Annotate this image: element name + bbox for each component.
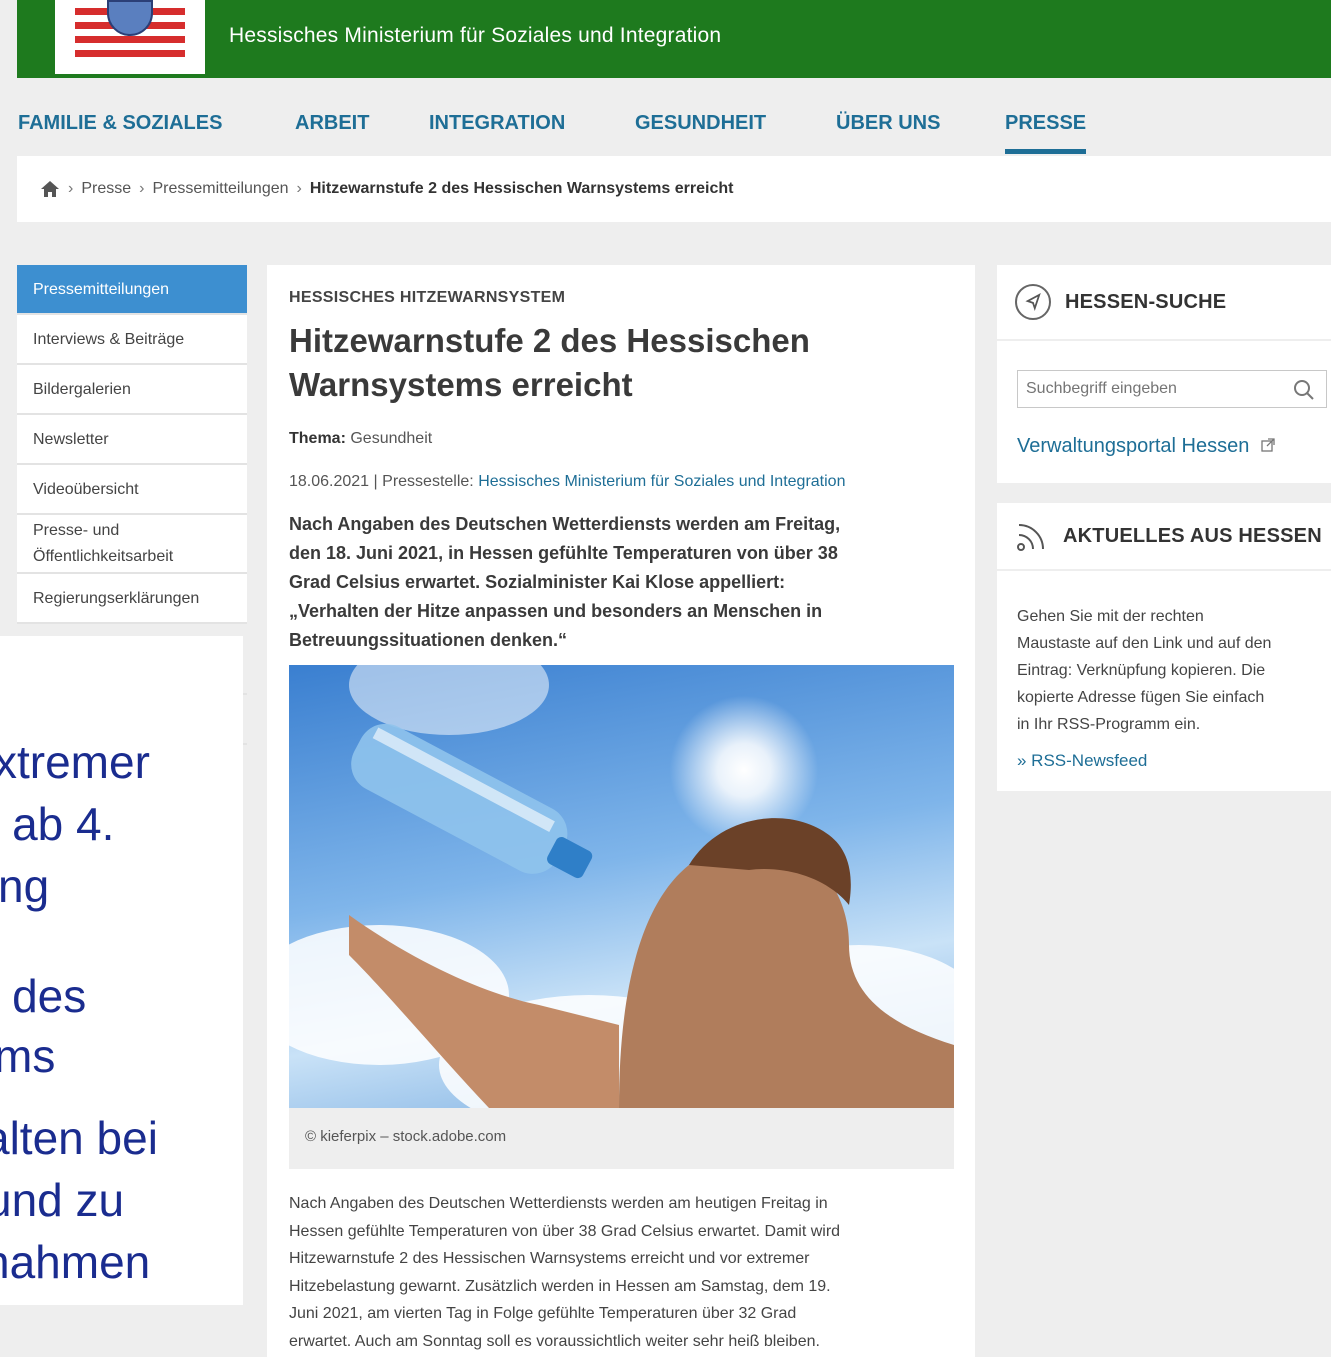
body-line: Juni 2021, am vierten Tag in Folge gefüh… bbox=[289, 1305, 797, 1322]
search-input[interactable] bbox=[1017, 370, 1327, 408]
overlay-text-line: nahmen bbox=[0, 1236, 151, 1288]
aktuelles-title: AKTUELLES AUS HESSEN bbox=[1063, 524, 1322, 547]
logo-stripe bbox=[75, 36, 185, 43]
headline-line: Hitzewarnstufe 2 des Hessischen bbox=[289, 322, 810, 359]
sidebar-item-bildergalerien[interactable]: Bildergalerien bbox=[17, 365, 247, 415]
logo-stripe bbox=[75, 50, 185, 57]
sidebar-item-videouebersicht[interactable]: Videoübersicht bbox=[17, 465, 247, 515]
thema-value: Gesundheit bbox=[350, 430, 433, 447]
nav-integration[interactable]: INTEGRATION bbox=[429, 112, 565, 135]
hessen-suche-header: HESSEN-SUCHE bbox=[997, 265, 1331, 341]
overlay-text-line: r ab 4. bbox=[0, 798, 115, 850]
rss-text-line: Gehen Sie mit der rechten bbox=[1017, 608, 1204, 625]
lead-line: Nach Angaben des Deutschen Wetterdiensts… bbox=[289, 514, 841, 534]
rss-text-line: kopierte Adresse fügen Sie einfach bbox=[1017, 689, 1265, 706]
lead-line: Betreuungssituationen denken.“ bbox=[289, 630, 568, 650]
overlay-slide-panel: xtremer r ab 4. ng r des ms alten bei un… bbox=[0, 636, 243, 1305]
body-line: Hessen gefühlte Temperaturen von über 38… bbox=[289, 1222, 841, 1240]
rss-feed-icon bbox=[1017, 524, 1044, 551]
headline-line: Warnsystems erreicht bbox=[289, 366, 633, 403]
portal-link-label: Verwaltungsportal Hessen bbox=[1017, 435, 1250, 457]
body-line: Hitzebelastung gewarnt. Zusätzlich werde… bbox=[289, 1277, 831, 1295]
overlay-text-line: alten bei bbox=[0, 1112, 158, 1164]
verwaltungsportal-link[interactable]: Verwaltungsportal Hessen bbox=[1017, 435, 1275, 458]
lead-line: den 18. Juni 2021, in Hessen gefühlte Te… bbox=[289, 543, 838, 563]
nav-arbeit[interactable]: ARBEIT bbox=[295, 112, 369, 135]
article-headline: Hitzewarnstufe 2 des Hessischen Warnsyst… bbox=[289, 319, 949, 407]
home-icon[interactable] bbox=[40, 180, 60, 198]
breadcrumb-current: Hitzewarnstufe 2 des Hessischen Warnsyst… bbox=[309, 180, 734, 197]
overlay-text-line: r des bbox=[0, 970, 87, 1022]
article-date: 18.06.2021 bbox=[289, 473, 370, 490]
sidebar-item-presse-oeffentlichkeitsarbeit[interactable]: Presse- und Öffentlichkeitsarbeit bbox=[17, 515, 247, 574]
overlay-text-line: xtremer bbox=[0, 736, 150, 788]
article-thema: Thema: Gesundheit bbox=[289, 430, 432, 448]
sidebar-item-pressemitteilungen[interactable]: Pressemitteilungen bbox=[17, 265, 247, 315]
breadcrumb-separator: › bbox=[139, 180, 145, 197]
hessen-logo[interactable] bbox=[55, 0, 205, 74]
breadcrumb-presse[interactable]: Presse bbox=[81, 180, 131, 198]
overlay-text-line: ng bbox=[0, 860, 50, 912]
rss-text-line: in Ihr RSS-Programm ein. bbox=[1017, 716, 1201, 733]
hessen-suche-box: HESSEN-SUCHE Verwaltungsportal Hessen bbox=[997, 265, 1331, 483]
article-body: Nach Angaben des Deutschen Wetterdiensts… bbox=[289, 1190, 954, 1355]
rss-instructions: Gehen Sie mit der rechten Maustaste auf … bbox=[1017, 603, 1327, 738]
article: HESSISCHES HITZEWARNSYSTEM Hitzewarnstuf… bbox=[267, 265, 975, 1357]
breadcrumb-separator: › bbox=[68, 180, 74, 197]
sidebar-item-newsletter[interactable]: Newsletter bbox=[17, 415, 247, 465]
lead-line: „Verhalten der Hitze anpassen und besond… bbox=[289, 601, 823, 621]
sidebar-item-label: Öffentlichkeitsarbeit bbox=[33, 548, 174, 565]
body-line: Hitzewarnstufe 2 des Hessischen Warnsyst… bbox=[289, 1250, 810, 1267]
article-lead: Nach Angaben des Deutschen Wetterdiensts… bbox=[289, 510, 954, 655]
image-caption: © kieferpix – stock.adobe.com bbox=[289, 1108, 954, 1169]
woman-drinking-illustration bbox=[349, 723, 954, 1108]
sidebar: Pressemitteilungen Interviews & Beiträge… bbox=[17, 265, 247, 624]
rss-text-line: Eintrag: Verknüpfung kopieren. Die bbox=[1017, 662, 1266, 679]
overlay-text-line: und zu bbox=[0, 1174, 125, 1226]
divider bbox=[243, 693, 247, 695]
pressestelle-label: Pressestelle: bbox=[382, 473, 474, 490]
nav-gesundheit[interactable]: GESUNDHEIT bbox=[635, 112, 766, 135]
body-line: Nach Angaben des Deutschen Wetterdiensts… bbox=[289, 1195, 828, 1212]
navigation-arrow-icon bbox=[1015, 284, 1051, 320]
divider bbox=[243, 743, 247, 745]
rss-newsfeed-link[interactable]: » RSS-Newsfeed bbox=[1017, 751, 1147, 771]
nav-ueber-uns[interactable]: ÜBER UNS bbox=[836, 112, 940, 135]
rss-text-line: Maustaste auf den Link und auf den bbox=[1017, 635, 1272, 652]
article-kicker: HESSISCHES HITZEWARNSYSTEM bbox=[289, 289, 566, 306]
body-line: erwartet. Auch am Sonntag soll es voraus… bbox=[289, 1332, 820, 1350]
sidebar-item-label: Presse- und bbox=[33, 522, 120, 539]
breadcrumb: › Presse › Pressemitteilungen › Hitzewar… bbox=[40, 180, 733, 198]
breadcrumb-separator: › bbox=[296, 180, 302, 197]
aktuelles-box: AKTUELLES AUS HESSEN Gehen Sie mit der r… bbox=[997, 503, 1331, 791]
nav-familie-soziales[interactable]: FAMILIE & SOZIALES bbox=[18, 112, 222, 135]
hessen-suche-title: HESSEN-SUCHE bbox=[1065, 290, 1227, 313]
sidebar-item-interviews[interactable]: Interviews & Beiträge bbox=[17, 315, 247, 365]
site-header: Hessisches Ministerium für Soziales und … bbox=[17, 0, 1331, 78]
breadcrumb-pressemitteilungen[interactable]: Pressemitteilungen bbox=[152, 180, 288, 198]
lead-line: Grad Celsius erwartet. Sozialminister Ka… bbox=[289, 572, 786, 592]
pressestelle-link[interactable]: Hessisches Ministerium für Soziales und … bbox=[478, 473, 845, 490]
article-photo[interactable] bbox=[289, 665, 954, 1108]
thema-label: Thema: bbox=[289, 430, 346, 447]
overlay-text-line: ms bbox=[0, 1030, 56, 1082]
coat-of-arms-icon bbox=[107, 0, 153, 36]
meta-separator: | bbox=[373, 473, 383, 490]
sidebar-item-regierungserklaerungen[interactable]: Regierungserklärungen bbox=[17, 574, 247, 624]
article-meta: 18.06.2021 | Pressestelle: Hessisches Mi… bbox=[289, 473, 845, 491]
ministry-title[interactable]: Hessisches Ministerium für Soziales und … bbox=[229, 24, 721, 48]
external-link-icon bbox=[1261, 438, 1275, 452]
search-icon[interactable] bbox=[1293, 379, 1315, 401]
nav-presse[interactable]: PRESSE bbox=[1005, 112, 1087, 154]
aktuelles-header: AKTUELLES AUS HESSEN bbox=[997, 503, 1331, 571]
